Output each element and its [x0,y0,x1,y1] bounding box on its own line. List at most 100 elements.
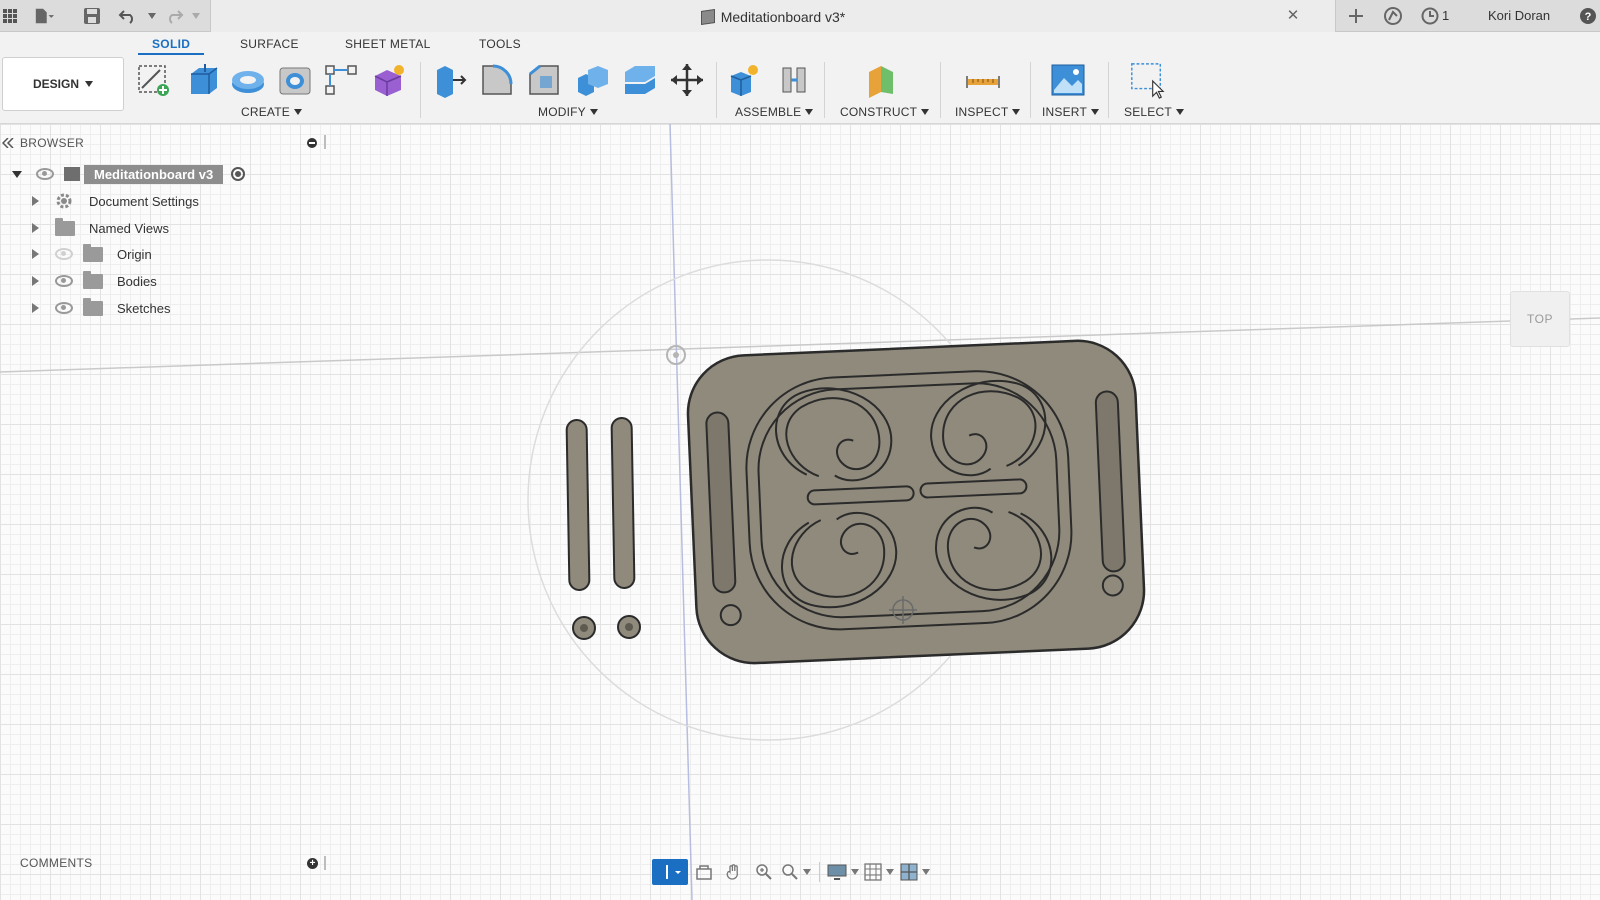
create-sketch-icon[interactable] [135,61,173,99]
joint-icon[interactable] [776,61,814,99]
gear-icon [56,193,72,209]
browser-panel-header: BROWSER [0,131,326,153]
meditation-board-body [686,339,1146,665]
insert-menu[interactable]: INSERT [1042,105,1099,119]
move-copy-icon[interactable] [668,61,706,99]
document-icon [64,167,80,181]
activate-radio-icon[interactable] [231,167,246,181]
measure-icon[interactable] [964,61,1002,99]
expand-icon[interactable] [32,249,39,259]
select-window-icon[interactable] [1128,61,1166,99]
redo-dropdown-icon[interactable] [186,6,206,26]
chamfer-icon[interactable] [525,61,563,99]
combine-icon[interactable] [573,61,611,99]
modify-menu[interactable]: MODIFY [538,105,598,119]
browser-root-node[interactable]: Meditationboard v3 [8,162,260,186]
visibility-eye-icon[interactable] [55,248,73,260]
browser-item-named-views[interactable]: Named Views [32,216,169,240]
insert-image-icon[interactable] [1049,61,1087,99]
browser-item-label: Document Settings [89,193,199,209]
toolbar: SOLID SURFACE SHEET METAL TOOLS DESIGN C… [0,32,1600,124]
new-component-icon[interactable] [726,61,764,99]
browser-title: BROWSER [20,136,85,150]
view-cube[interactable]: TOP [1510,291,1570,347]
fit-zoom-dropdown[interactable] [780,859,814,885]
assemble-menu-label: ASSEMBLE [735,105,802,119]
expand-icon[interactable] [32,196,39,206]
browser-item-label: Sketches [117,300,171,316]
folder-icon [83,297,103,316]
extrude-icon[interactable] [184,61,222,99]
visibility-eye-icon[interactable] [55,302,73,314]
look-at-icon[interactable] [690,859,718,885]
offset-plane-icon[interactable] [862,61,900,99]
redo-icon[interactable] [164,6,184,26]
design-workspace-button[interactable]: DESIGN [2,57,124,111]
panel-resize-handle[interactable] [324,135,326,149]
display-settings-dropdown[interactable] [826,859,860,885]
construct-menu-label: CONSTRUCT [840,105,918,119]
inspect-menu[interactable]: INSPECT [955,105,1021,119]
construct-menu[interactable]: CONSTRUCT [840,105,930,119]
viewport-canvas[interactable]: TOP [0,124,1600,900]
browser-minimize-icon[interactable] [307,138,317,148]
press-pull-icon[interactable] [430,61,468,99]
user-name[interactable]: Kori Doran [1488,8,1550,23]
expand-icon[interactable] [32,276,39,286]
pan-hand-icon[interactable] [720,859,748,885]
new-tab-icon[interactable] [1346,6,1366,26]
browser-item-origin[interactable]: Origin [32,242,152,266]
extensions-icon[interactable] [1383,6,1403,26]
collapse-icon[interactable] [12,170,22,178]
navbar-divider [819,862,821,882]
close-tab-icon[interactable]: ✕ [1285,8,1301,24]
tab-sheet-metal[interactable]: SHEET METAL [345,37,431,51]
insert-menu-label: INSERT [1042,105,1087,119]
undo-icon[interactable] [118,6,138,26]
expand-icon[interactable] [32,303,39,313]
create-menu-label: CREATE [241,105,290,119]
inspect-menu-label: INSPECT [955,105,1009,119]
help-icon[interactable]: ? [1578,6,1598,26]
select-menu[interactable]: SELECT [1124,105,1184,119]
zoom-icon[interactable] [750,859,778,885]
create-form-icon[interactable] [370,61,408,99]
revolve-icon[interactable] [229,61,267,99]
orbit-icon[interactable] [652,859,688,885]
browser-item-label: Named Views [89,220,169,236]
browser-item-sketches[interactable]: Sketches [32,296,170,320]
viewports-dropdown[interactable] [898,859,932,885]
tab-surface[interactable]: SURFACE [240,37,299,51]
grid-settings-dropdown[interactable] [862,859,896,885]
browser-item-label: Bodies [117,273,157,289]
collapse-panel-icon[interactable] [2,138,14,148]
tab-solid[interactable]: SOLID [137,37,205,55]
create-menu[interactable]: CREATE [241,105,302,119]
fillet-icon[interactable] [478,61,516,99]
peg-bodies [565,417,641,640]
hole-icon[interactable] [276,61,314,99]
folder-icon [55,217,75,236]
file-menu-icon[interactable] [34,6,54,26]
rectangular-pattern-icon[interactable] [322,61,360,99]
tab-tools[interactable]: TOOLS [479,37,521,51]
document-tab[interactable]: Meditationboard v3* ✕ [210,0,1336,32]
save-icon[interactable] [82,6,102,26]
panel-resize-handle[interactable] [324,856,326,870]
add-comment-icon[interactable]: + [307,858,318,869]
visibility-eye-icon[interactable] [55,275,73,287]
toolbar-divider [1108,62,1109,118]
expand-icon[interactable] [32,223,39,233]
y-axis-line [669,124,693,900]
job-status-icon[interactable] [1420,6,1440,26]
visibility-eye-icon[interactable] [36,168,54,180]
undo-dropdown-icon[interactable] [142,6,162,26]
select-menu-label: SELECT [1124,105,1172,119]
document-icon [700,9,715,25]
design-label: DESIGN [32,77,79,91]
offset-face-icon[interactable] [620,61,658,99]
assemble-menu[interactable]: ASSEMBLE [735,105,814,119]
app-grid-icon[interactable] [0,6,20,26]
browser-item-bodies[interactable]: Bodies [32,269,157,293]
browser-item-document-settings[interactable]: Document Settings [32,189,199,213]
